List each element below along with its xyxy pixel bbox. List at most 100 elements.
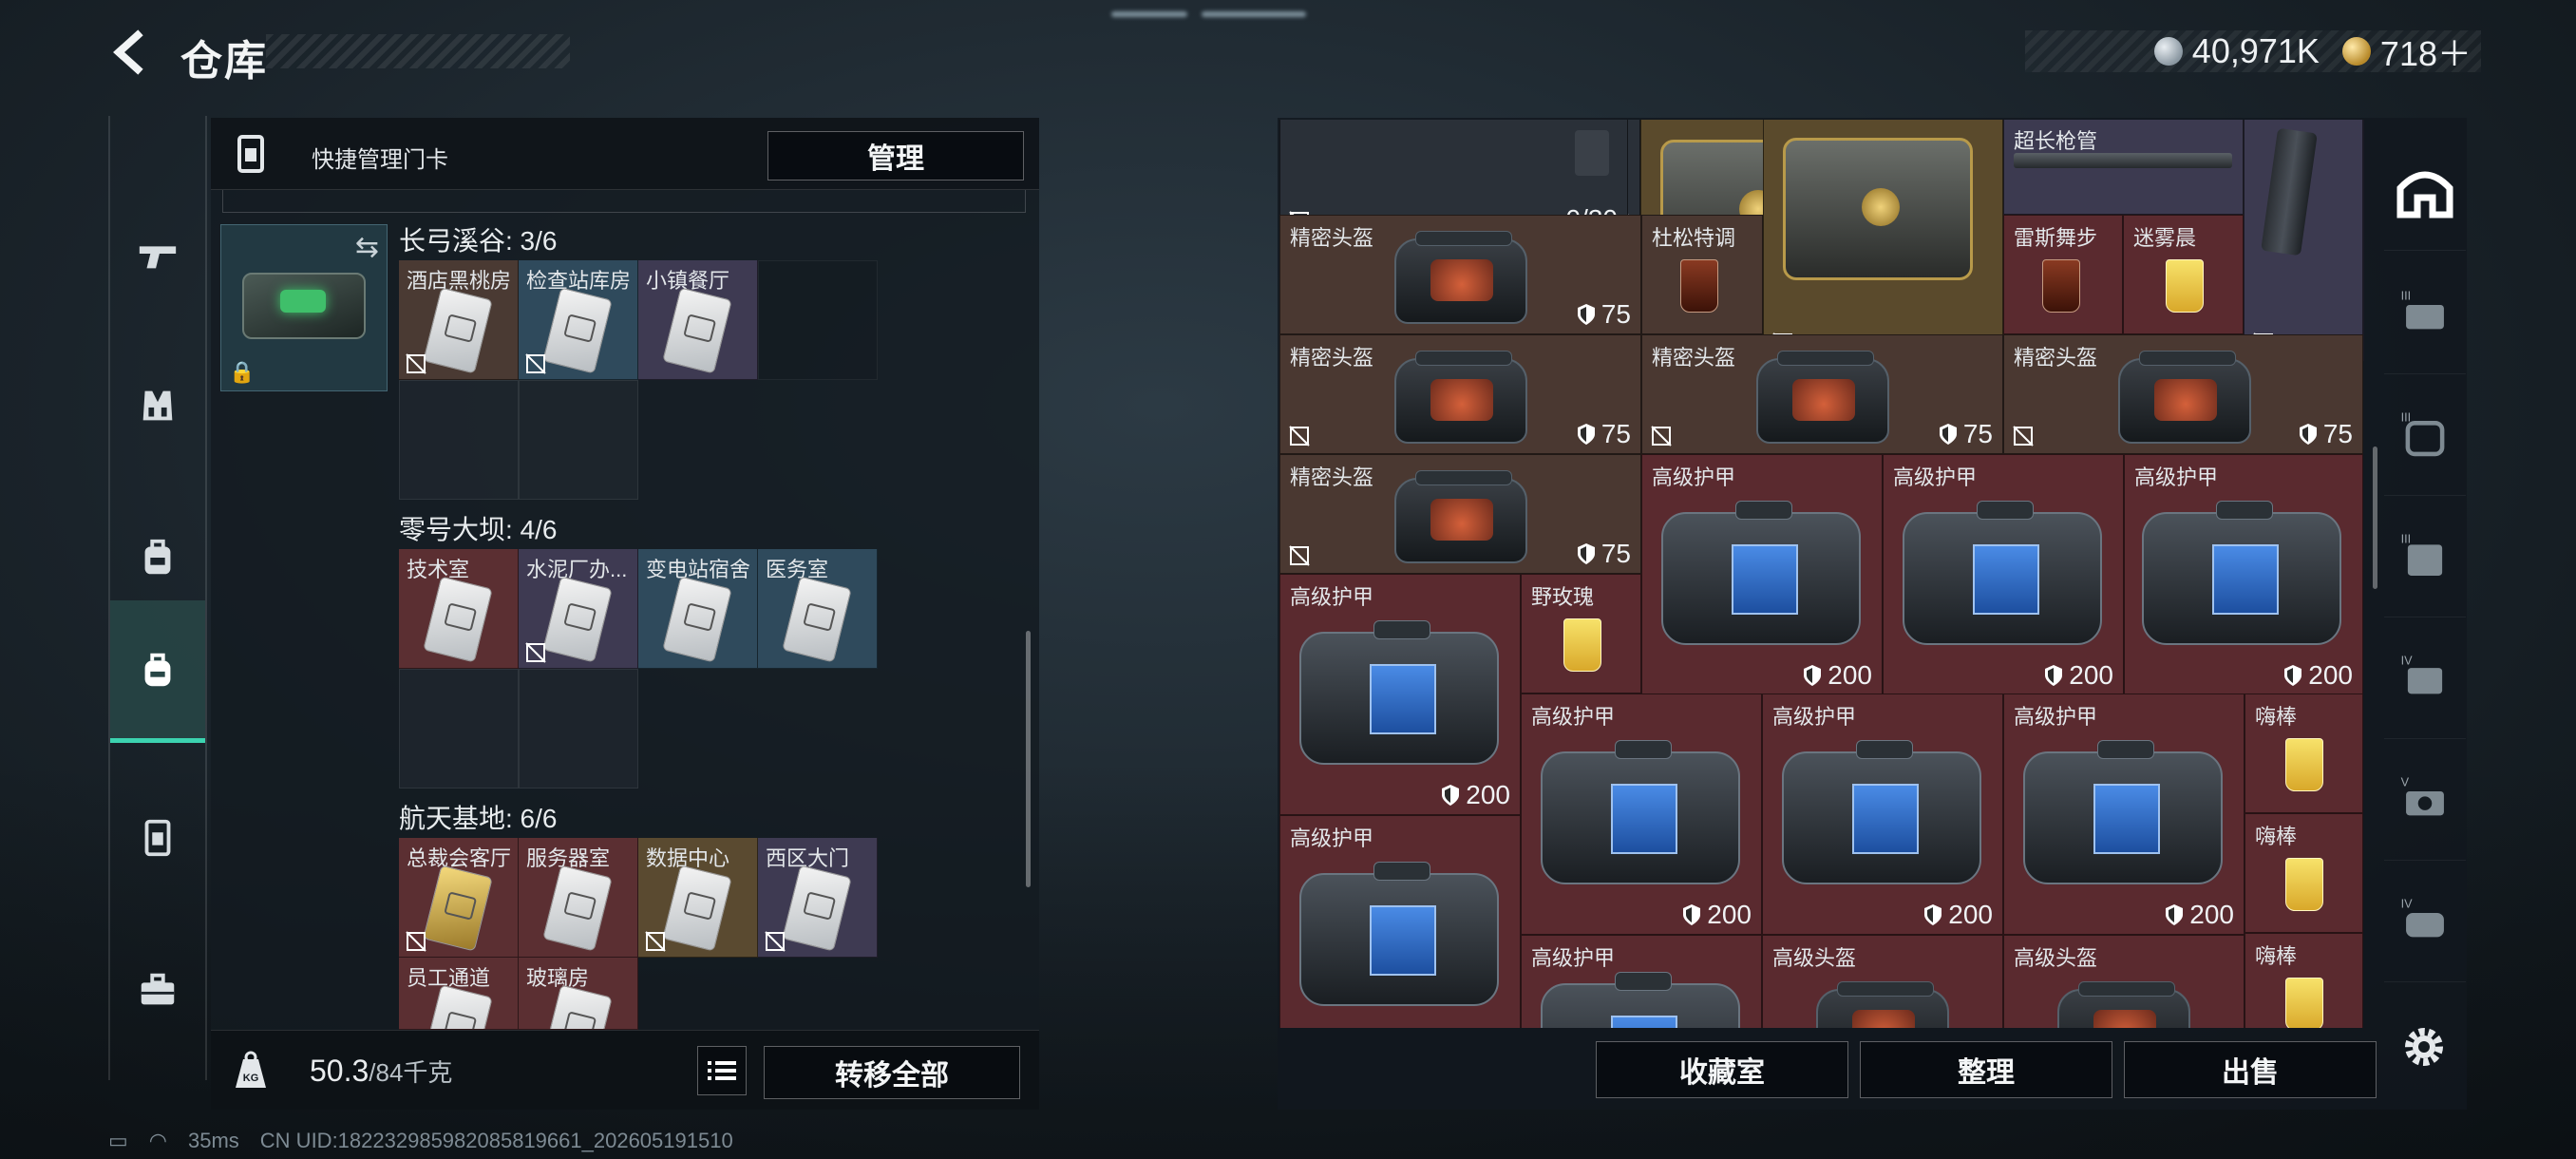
item-durability: 200 — [1923, 900, 1993, 930]
helmet-image — [1816, 981, 1949, 1028]
keycard-name: 水泥厂办... — [526, 558, 628, 581]
empty-slot[interactable] — [758, 260, 878, 380]
keycard-name: 西区大门 — [766, 846, 850, 870]
stash-item-armor[interactable]: 高级护甲 200 — [2003, 694, 2245, 935]
stash-item-helmet[interactable]: 高级头盔 — [2003, 935, 2245, 1028]
stash-item-armor[interactable]: 高级护甲 200 — [1521, 694, 1762, 935]
durability-value: 75 — [1601, 419, 1631, 448]
keycard-slot[interactable]: 检查站库房 — [519, 260, 638, 380]
item-name: 高级护甲 — [1531, 705, 1616, 729]
gun-icon — [139, 246, 177, 269]
drink-image — [2285, 978, 2323, 1028]
keycard-slot[interactable]: 数据中心 — [638, 838, 758, 958]
category-tier-4-helmet[interactable]: IV — [2384, 861, 2466, 982]
keycard-slot[interactable]: 技术室 — [399, 549, 519, 669]
stash-item-drink[interactable]: 嗨棒 — [2245, 813, 2363, 933]
keycard-slot[interactable]: 员工通道 — [399, 958, 519, 1030]
currency-display: 40,971K 718＋ — [2025, 30, 2481, 73]
armor-image — [1299, 620, 1499, 765]
stash-item-drink[interactable]: 杜松特调 — [1641, 215, 1763, 334]
armor-image — [1299, 862, 1499, 1006]
keycard-image — [423, 287, 493, 374]
manage-button[interactable]: 管理 — [767, 131, 1024, 180]
stash-item-helmet[interactable]: 精密头盔 75 — [1279, 454, 1641, 574]
keycard-slot[interactable]: 玻璃房 — [519, 958, 638, 1030]
stash-item-armor[interactable]: 高级护甲 — [1521, 935, 1762, 1028]
category-tier-3-helmet[interactable]: III — [2384, 374, 2466, 496]
stash-item-drink[interactable]: 嗨棒 — [2245, 694, 2363, 813]
category-tier-3-armor[interactable]: III — [2384, 253, 2466, 374]
sort-button[interactable]: 整理 — [1860, 1041, 2112, 1098]
magazine-image — [2261, 127, 2318, 256]
category-all[interactable] — [2384, 129, 2466, 251]
left-scrollbar[interactable] — [1026, 631, 1031, 887]
no-trade-icon — [765, 931, 786, 952]
stash-item-armor[interactable]: 高级护甲 200 — [1279, 574, 1521, 815]
item-name: 超长枪管 — [2014, 129, 2098, 153]
stash-item-armor[interactable]: 高级护甲 200 — [1762, 694, 2003, 935]
stash-item-drink[interactable]: 雷斯舞步 — [2003, 215, 2123, 334]
stash-item-drink[interactable]: 野玫瑰 — [1521, 574, 1641, 694]
helmet-image — [1756, 351, 1889, 444]
sidebar-item-vest[interactable] — [110, 334, 205, 477]
empty-slot[interactable] — [519, 669, 638, 788]
stash-item-helmet[interactable]: 精密头盔 75 — [1279, 215, 1641, 334]
stash-item-armor[interactable]: 高级护甲 200 — [2124, 454, 2363, 695]
stash-item-helmet[interactable]: 精密头盔 75 — [1279, 334, 1641, 454]
transfer-all-button[interactable]: 转移全部 — [764, 1046, 1020, 1099]
stash-item-magazine[interactable] — [2244, 120, 2363, 361]
svg-text:IV: IV — [2401, 654, 2414, 667]
stash-item-armor[interactable]: 高级护甲 200 — [1641, 454, 1883, 695]
stash-item-drink[interactable]: 嗨棒 — [2245, 933, 2363, 1028]
stash-item-helmet[interactable]: 精密头盔 75 — [2003, 334, 2363, 454]
keycard-slot[interactable]: 酒店黑桃房 — [399, 260, 519, 380]
stash-item-helmet[interactable]: 精密头盔 75 — [1641, 334, 2003, 454]
stash-item-crate[interactable] — [1763, 120, 2003, 361]
sidebar-item-keycards[interactable] — [110, 767, 205, 909]
back-button[interactable] — [104, 27, 156, 78]
keycard-name: 技术室 — [407, 558, 470, 581]
stash-item-armor[interactable]: 高级护甲 200 — [1883, 454, 2124, 695]
stash-item-drink[interactable]: 迷雾晨 — [2123, 215, 2244, 334]
uid-text: CN UID:18223298598208581966​1_2026051915… — [259, 1129, 733, 1152]
keycard-slot[interactable]: 水泥厂办... — [519, 549, 638, 669]
stash-item-helmet[interactable]: 高级头盔 — [1762, 935, 2003, 1028]
collection-room-button[interactable]: 收藏室 — [1596, 1041, 1848, 1098]
category-tier-5-armor[interactable]: V — [2384, 739, 2466, 861]
empty-slot[interactable] — [399, 380, 519, 500]
sidebar-item-stash[interactable] — [110, 600, 205, 743]
item-name: 嗨棒 — [2255, 944, 2298, 968]
ammo-image — [1575, 130, 1609, 176]
keycard-slot[interactable]: 西区大门 — [758, 838, 878, 958]
settings-gear-icon[interactable] — [2399, 1022, 2449, 1072]
category-bar: III III III IV V IV — [2384, 120, 2466, 1013]
sell-button[interactable]: 出售 — [2124, 1041, 2377, 1098]
stash-scrollbar[interactable] — [2373, 446, 2377, 589]
keycard-slot[interactable]: 医务室 — [758, 549, 878, 669]
empty-slot[interactable] — [519, 380, 638, 500]
category-tier-4-armor[interactable]: IV — [2384, 618, 2466, 739]
shield-icon — [1577, 424, 1595, 445]
panel-footer: KG 50.3/84千克 转移全部 — [211, 1030, 1039, 1110]
sidebar-item-toolbox[interactable] — [110, 919, 205, 1061]
keycard-name: 酒店黑桃房 — [407, 269, 512, 293]
keycard-name: 变电站宿舍 — [646, 558, 751, 581]
silver-currency[interactable]: 40,971K — [2153, 31, 2320, 71]
shield-icon — [1924, 904, 1942, 925]
sidebar-item-weapons[interactable] — [110, 182, 205, 325]
stash-item-armor[interactable]: 高级护甲 — [1279, 815, 1521, 1028]
keycard-slot[interactable]: 服务器室 — [519, 838, 638, 958]
gold-currency[interactable]: 718＋ — [2341, 27, 2472, 76]
stash-item-barrel[interactable]: 超长枪管 — [2003, 120, 2244, 215]
keycard-holder-slot[interactable]: ⇆ 🔒 — [220, 224, 388, 391]
sidebar — [108, 116, 207, 1080]
keycard-slot[interactable]: 变电站宿舍 — [638, 549, 758, 669]
empty-slot[interactable] — [399, 669, 519, 788]
keycard-slot[interactable]: 小镇餐厅 — [638, 260, 758, 380]
no-trade-icon — [525, 353, 546, 374]
list-view-button[interactable] — [697, 1046, 747, 1095]
category-tier-3-vest[interactable]: III — [2384, 496, 2466, 618]
keycard-slot[interactable]: 总裁会客厅 — [399, 838, 519, 958]
keycard-name: 数据中心 — [646, 846, 730, 870]
swap-icon[interactable]: ⇆ — [355, 231, 379, 264]
